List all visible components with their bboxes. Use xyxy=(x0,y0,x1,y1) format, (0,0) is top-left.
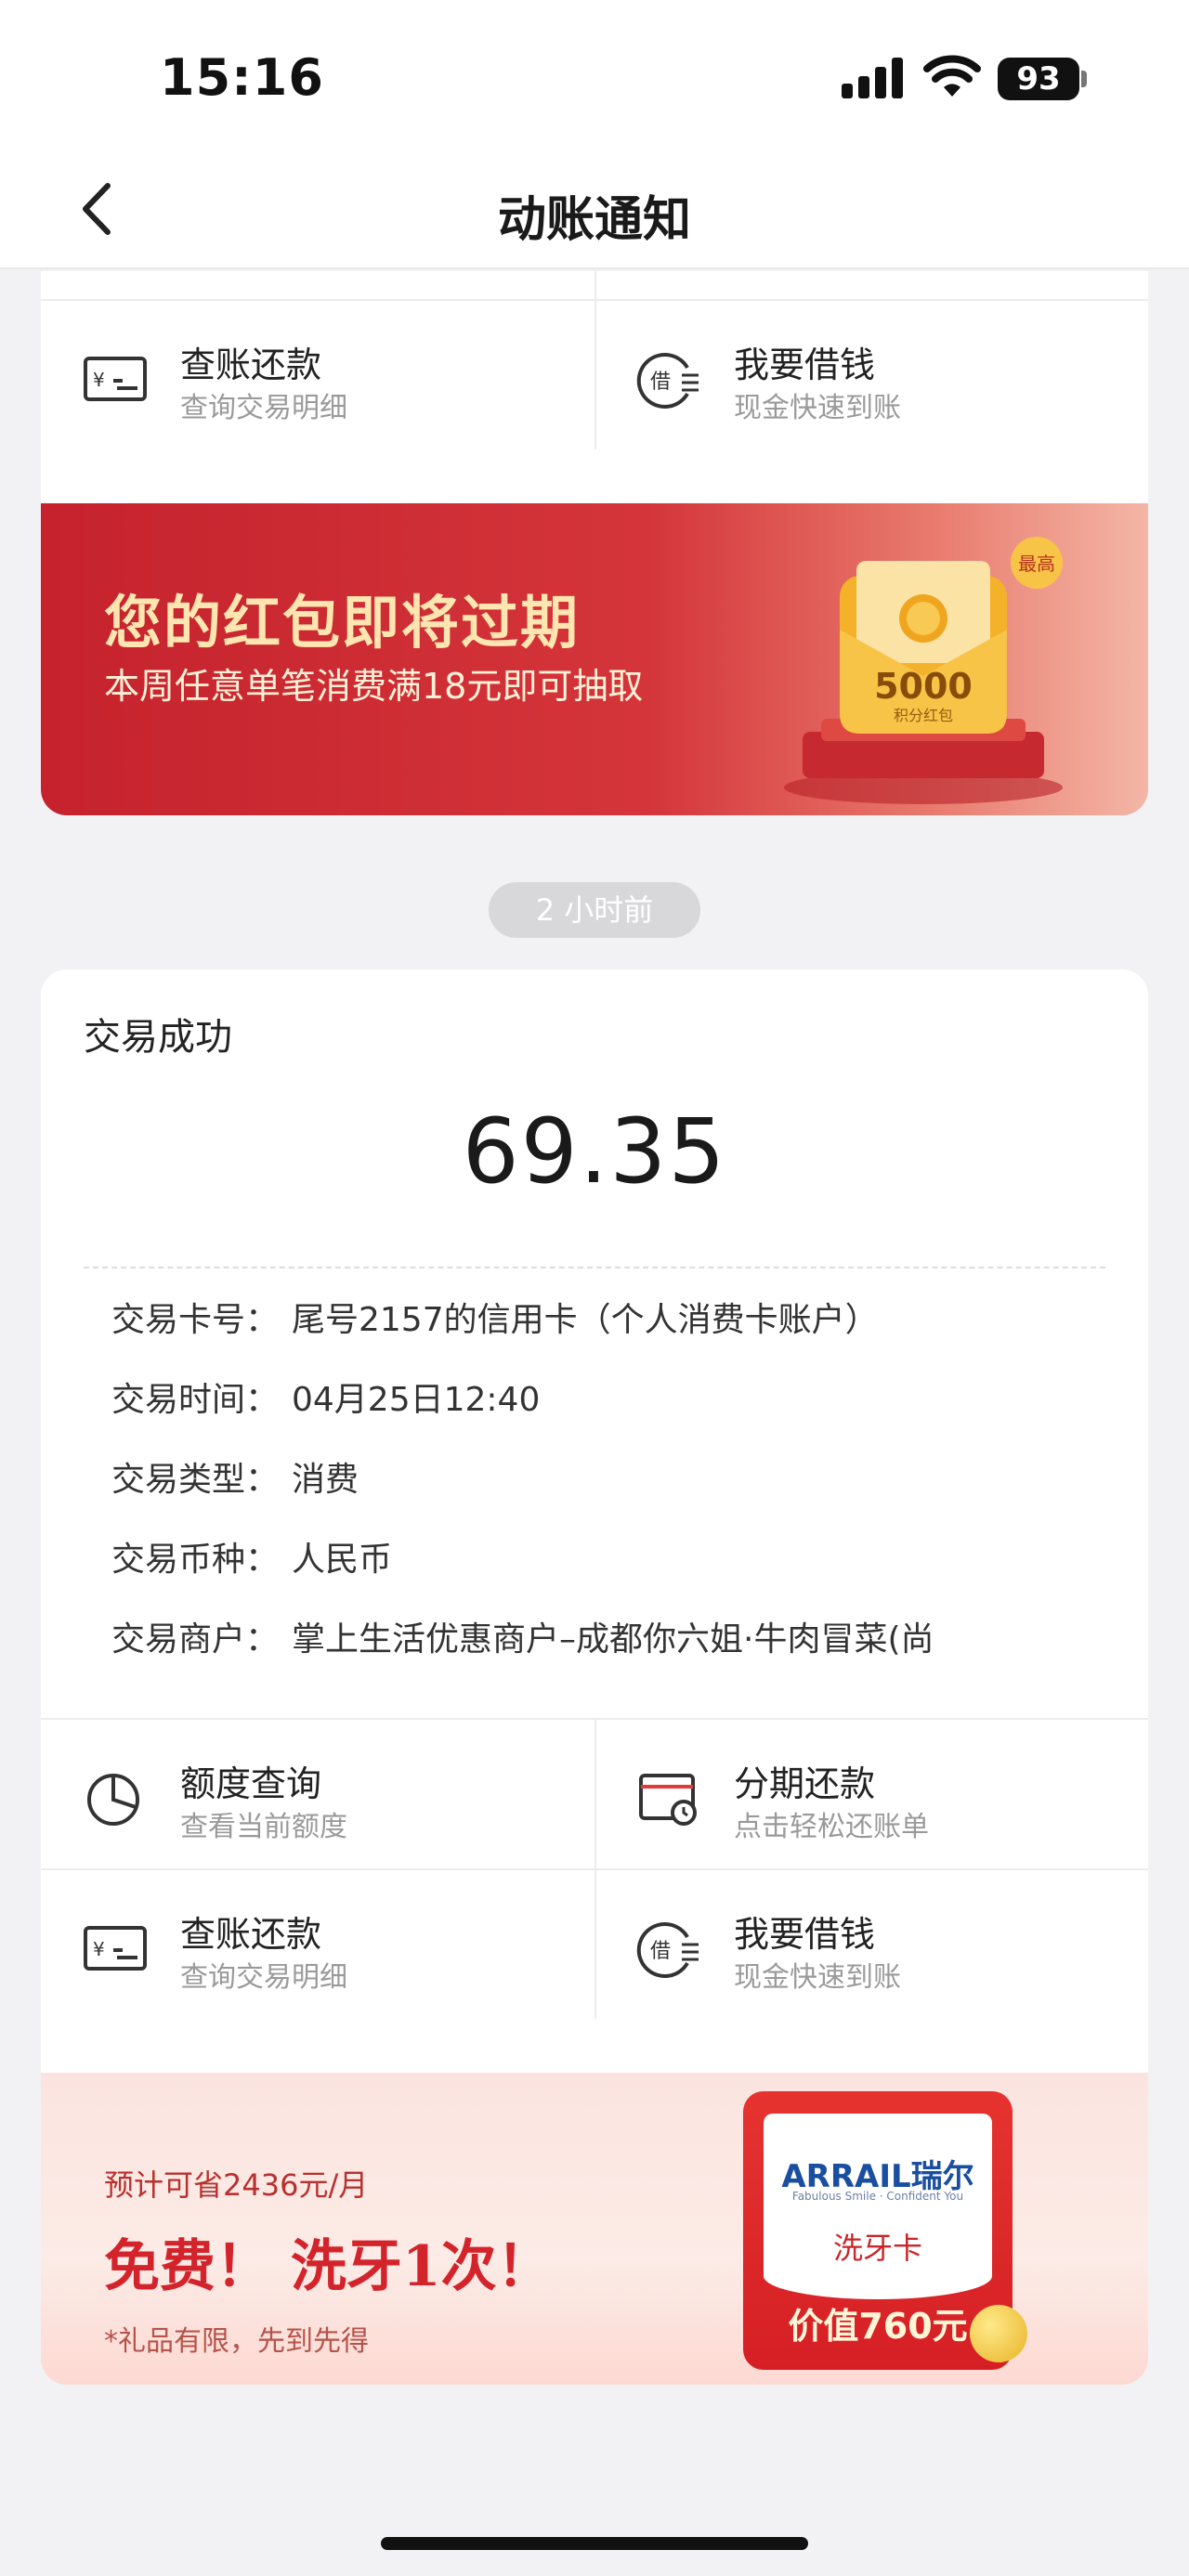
brand-tagline: Fabulous Smile · Confident You xyxy=(791,2190,964,2203)
red-packet-amount: 5000 xyxy=(874,666,973,707)
svg-text:¥: ¥ xyxy=(93,369,105,391)
transaction-card: 交易成功 69.35 交易卡号： 尾号2157的信用卡（个人消费卡账户） 交易时间… xyxy=(41,969,1148,2073)
action-bill-repay[interactable]: ¥ 查账还款 查询交易明细 xyxy=(41,301,594,449)
action-title: 我要借钱 xyxy=(734,1914,876,1955)
transaction-row-currency: 交易币种： 人民币 xyxy=(111,1532,392,1581)
row-value: 04月25日12:40 xyxy=(292,1381,541,1419)
transaction-row-merchant: 交易商户： 掌上生活优惠商户–成都你六姐·牛肉冒菜(尚 xyxy=(111,1612,934,1660)
battery-nub xyxy=(1081,71,1087,87)
bill-repay-icon: ¥ xyxy=(84,357,147,401)
action-subtitle: 查看当前额度 xyxy=(180,1811,347,1843)
gold-coin-icon xyxy=(970,2305,1027,2362)
svg-text:借: 借 xyxy=(650,371,671,394)
action-subtitle: 现金快速到账 xyxy=(734,392,901,424)
timestamp-pill: 2 小时前 xyxy=(489,882,700,938)
red-packet-banner[interactable]: 您的红包即将过期 本周任意单笔消费满18元即可抽取 5000 积分红包 最高 xyxy=(41,503,1148,815)
home-indicator[interactable] xyxy=(381,2537,808,2550)
action-borrow[interactable]: 借 我要借钱 现金快速到账 xyxy=(594,301,1148,449)
page-title: 动账通知 xyxy=(497,192,691,248)
status-time: 15:16 xyxy=(160,48,324,107)
installment-icon xyxy=(639,1774,697,1826)
transaction-row-card: 交易卡号： 尾号2157的信用卡（个人消费卡账户） xyxy=(111,1293,879,1341)
bill-repay-icon: ¥ xyxy=(84,1926,147,1971)
promo-title: 免费！ 洗牙1次！ xyxy=(104,2234,553,2299)
card-face: ARRAIL瑞尔 Fabulous Smile · Confident You … xyxy=(764,2114,992,2299)
svg-text:借: 借 xyxy=(650,1940,671,1963)
row-value: 掌上生活优惠商户–成都你六姐·牛肉冒菜(尚 xyxy=(292,1620,934,1659)
transaction-status: 交易成功 xyxy=(84,1016,232,1059)
row-label: 交易币种： xyxy=(111,1541,280,1579)
action-title: 分期还款 xyxy=(734,1763,876,1804)
action-title: 额度查询 xyxy=(180,1763,322,1804)
action-title: 查账还款 xyxy=(180,345,322,385)
action-title: 查账还款 xyxy=(180,1914,322,1955)
promo-savings: 预计可省2436元/月 xyxy=(104,2167,369,2203)
promo-note: *礼品有限，先到先得 xyxy=(104,2325,369,2358)
transaction-row-time: 交易时间： 04月25日12:40 xyxy=(111,1373,540,1421)
svg-text:¥: ¥ xyxy=(93,1938,105,1960)
row-label: 交易卡号： xyxy=(111,1301,280,1339)
transaction-amount: 69.35 xyxy=(462,1099,727,1203)
row-value: 尾号2157的信用卡（个人消费卡账户） xyxy=(292,1301,879,1339)
nav-bar: 动账通知 xyxy=(0,149,1189,269)
banner-subtitle: 本周任意单笔消费满18元即可抽取 xyxy=(104,666,644,707)
red-packet-gift-illustration: 5000 积分红包 最高 xyxy=(784,537,1063,804)
action-subtitle: 查询交易明细 xyxy=(180,392,347,424)
borrow-icon: 借 xyxy=(636,353,699,409)
max-badge: 最高 xyxy=(1018,553,1055,575)
action-subtitle: 点击轻松还账单 xyxy=(734,1811,929,1843)
row-label: 交易时间： xyxy=(111,1381,280,1419)
wifi-icon xyxy=(923,55,981,97)
action-bill-repay[interactable]: ¥ 查账还款 查询交易明细 xyxy=(41,1870,594,2019)
row-label: 交易商户： xyxy=(111,1620,280,1659)
row-label: 交易类型： xyxy=(111,1461,280,1499)
actions-card-top: ¥ 查账还款 查询交易明细 借 我要借钱 现金快速到账 xyxy=(41,271,1148,503)
battery-icon: 93 xyxy=(998,58,1079,100)
pie-chart-icon xyxy=(87,1774,139,1826)
card-label: 洗牙卡 xyxy=(832,2231,922,2266)
action-subtitle: 查询交易明细 xyxy=(180,1961,347,1994)
banner-title: 您的红包即将过期 xyxy=(104,589,581,657)
action-installment[interactable]: 分期还款 点击轻松还账单 xyxy=(594,1720,1148,1868)
dental-promo-banner[interactable]: 预计可省2436元/月 免费！ 洗牙1次！ *礼品有限，先到先得 ARRAIL瑞… xyxy=(41,2073,1148,2385)
red-packet-label: 积分红包 xyxy=(894,707,953,724)
status-bar: 15:16 93 xyxy=(0,0,1189,149)
cellular-signal-icon xyxy=(842,58,907,98)
transaction-row-type: 交易类型： 消费 xyxy=(111,1452,359,1501)
dashed-divider xyxy=(84,1267,1105,1268)
borrow-icon: 借 xyxy=(636,1922,699,1978)
divider xyxy=(594,271,596,299)
action-title: 我要借钱 xyxy=(734,345,876,385)
action-subtitle: 现金快速到账 xyxy=(734,1961,901,1994)
action-borrow[interactable]: 借 我要借钱 现金快速到账 xyxy=(594,1870,1148,2019)
action-credit-limit[interactable]: 额度查询 查看当前额度 xyxy=(41,1720,594,1868)
row-value: 人民币 xyxy=(292,1541,393,1579)
row-value: 消费 xyxy=(292,1461,359,1499)
